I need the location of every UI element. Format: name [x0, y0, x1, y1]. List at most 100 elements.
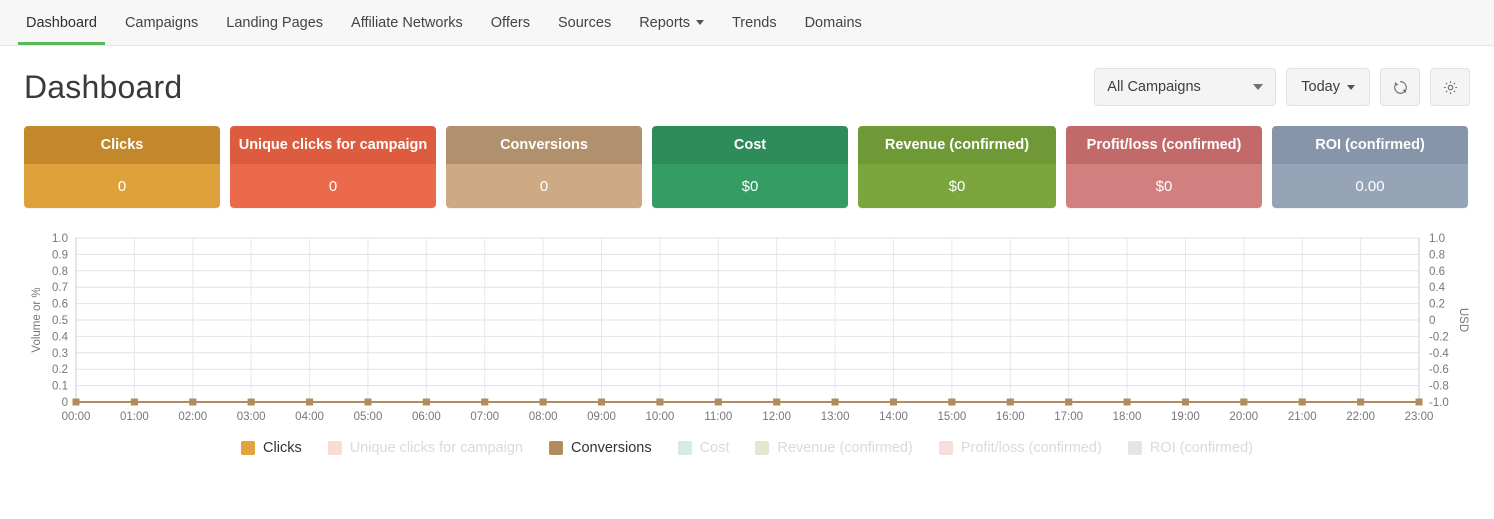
y-axis-tick-label: 0.8	[52, 266, 68, 278]
y2-axis-tick-label: -0.4	[1429, 348, 1449, 360]
chart-data-point[interactable]	[539, 398, 547, 406]
y-axis-tick-label: 0.1	[52, 381, 68, 393]
metric-card-label: Clicks	[24, 126, 220, 164]
chart-data-point[interactable]	[1065, 398, 1073, 406]
chart-data-point[interactable]	[306, 398, 314, 406]
metric-card-label: ROI (confirmed)	[1272, 126, 1468, 164]
nav-item-domains[interactable]: Domains	[791, 0, 876, 45]
y-axis-tick-label: 0.4	[52, 331, 69, 343]
x-axis-tick-label: 16:00	[996, 411, 1025, 423]
y2-axis-tick-label: 0.2	[1429, 299, 1445, 311]
metric-card-roi-confirmed-[interactable]: ROI (confirmed) 0.00	[1272, 126, 1468, 208]
chart-data-point[interactable]	[130, 398, 138, 406]
metric-card-revenue-confirmed-[interactable]: Revenue (confirmed) $0	[858, 126, 1056, 208]
legend-item-revenue-confirmed-[interactable]: Revenue (confirmed)	[755, 440, 913, 456]
nav-item-trends[interactable]: Trends	[718, 0, 791, 45]
nav-item-affiliate-networks[interactable]: Affiliate Networks	[337, 0, 477, 45]
chart-data-point[interactable]	[948, 398, 956, 406]
campaign-select[interactable]: All Campaigns	[1094, 68, 1277, 106]
y-axis-tick-label: 0.5	[52, 315, 68, 327]
metric-card-value: $0	[1066, 164, 1262, 208]
chart-data-point[interactable]	[1240, 398, 1248, 406]
nav-item-label: Campaigns	[124, 14, 199, 31]
metric-card-cost[interactable]: Cost $0	[652, 126, 848, 208]
chart-data-point[interactable]	[714, 398, 722, 406]
nav-item-label: Reports	[639, 14, 690, 31]
y2-axis-tick-label: 1.0	[1429, 233, 1445, 245]
chart-canvas[interactable]: 1.0 1.0 0.9 0.8 0.8 0.6 0.7 0.4 0.6 0.2 0.5 0 0.4 -0.…	[24, 230, 1470, 430]
chart-data-point[interactable]	[364, 398, 372, 406]
metric-card-clicks[interactable]: Clicks 0	[24, 126, 220, 208]
chart-legend: Clicks Unique clicks for campaign Conversi…	[0, 440, 1494, 456]
legend-item-unique-clicks-for-campaign[interactable]: Unique clicks for campaign	[327, 440, 523, 456]
nav-item-dashboard[interactable]: Dashboard	[12, 0, 111, 45]
y2-axis-tick-label: -0.8	[1429, 381, 1449, 393]
metric-card-conversions[interactable]: Conversions 0	[446, 126, 642, 208]
legend-item-conversions[interactable]: Conversions	[548, 440, 652, 456]
chart-data-point[interactable]	[189, 398, 197, 406]
chart-data-point[interactable]	[1415, 398, 1423, 406]
settings-button[interactable]	[1430, 68, 1470, 106]
gear-icon	[1443, 80, 1457, 94]
chart-data-point[interactable]	[598, 398, 606, 406]
nav-item-label: Dashboard	[26, 14, 97, 31]
x-axis-tick-label: 12:00	[762, 411, 791, 423]
legend-label: Profit/loss (confirmed)	[960, 440, 1102, 456]
refresh-icon	[1393, 80, 1407, 94]
legend-label: ROI (confirmed)	[1149, 440, 1253, 456]
nav-item-campaigns[interactable]: Campaigns	[111, 0, 212, 45]
metric-card-unique-clicks-for-campaign[interactable]: Unique clicks for campaign 0	[230, 126, 436, 208]
legend-swatch	[677, 441, 692, 455]
chart-data-point[interactable]	[481, 398, 489, 406]
chart-data-point[interactable]	[1123, 398, 1131, 406]
chart-data-point[interactable]	[773, 398, 781, 406]
chart-data-point[interactable]	[1298, 398, 1306, 406]
chart-data-point[interactable]	[889, 398, 897, 406]
legend-item-profit-loss-confirmed-[interactable]: Profit/loss (confirmed)	[938, 440, 1102, 456]
legend-item-cost[interactable]: Cost	[677, 440, 729, 456]
chart-data-point[interactable]	[1357, 398, 1365, 406]
metric-card-label: Conversions	[446, 126, 642, 164]
chart-data-point[interactable]	[656, 398, 664, 406]
chart-data-point[interactable]	[422, 398, 430, 406]
y-axis-tick-label: 0	[62, 397, 68, 409]
metric-card-value: $0	[858, 164, 1056, 208]
y-axis-tick-label: 0.3	[52, 348, 68, 360]
x-axis-tick-label: 21:00	[1288, 411, 1317, 423]
metric-card-value: 0	[446, 164, 642, 208]
nav-item-sources[interactable]: Sources	[544, 0, 625, 45]
metric-card-profit-loss-confirmed-[interactable]: Profit/loss (confirmed) $0	[1066, 126, 1262, 208]
chart-data-point[interactable]	[1006, 398, 1014, 406]
nav-item-reports[interactable]: Reports	[625, 0, 718, 45]
x-axis-tick-label: 11:00	[704, 411, 732, 423]
refresh-button[interactable]	[1380, 68, 1420, 106]
chart-data-point[interactable]	[247, 398, 255, 406]
y-axis-tick-label: 1.0	[52, 233, 68, 245]
date-range-label: Today	[1301, 79, 1340, 95]
x-axis-tick-label: 15:00	[937, 411, 966, 423]
chart-data-point[interactable]	[1181, 398, 1189, 406]
legend-swatch	[241, 441, 256, 455]
nav-item-landing-pages[interactable]: Landing Pages	[212, 0, 337, 45]
x-axis-tick-label: 08:00	[529, 411, 558, 423]
legend-item-roi-confirmed-[interactable]: ROI (confirmed)	[1127, 440, 1253, 456]
legend-item-clicks[interactable]: Clicks	[241, 440, 302, 456]
legend-label: Unique clicks for campaign	[349, 440, 523, 456]
chart-data-point[interactable]	[72, 398, 80, 406]
legend-swatch	[755, 441, 770, 455]
chart-data-point[interactable]	[831, 398, 839, 406]
y2-axis-tick-label: 0.8	[1429, 249, 1445, 261]
metric-card-value: 0	[24, 164, 220, 208]
x-axis-tick-label: 04:00	[295, 411, 324, 423]
main-navigation: Dashboard Campaigns Landing Pages Affiliate…	[0, 0, 1494, 46]
nav-item-offers[interactable]: Offers	[477, 0, 544, 45]
date-range-button[interactable]: Today	[1286, 68, 1370, 106]
legend-label: Conversions	[570, 440, 652, 456]
metric-card-value: 0	[230, 164, 436, 208]
nav-item-label: Trends	[731, 14, 777, 31]
x-axis-tick-label: 10:00	[646, 411, 675, 423]
metric-card-label: Unique clicks for campaign	[230, 126, 436, 164]
legend-swatch	[548, 441, 563, 455]
x-axis-tick-label: 03:00	[237, 411, 266, 423]
page-title: Dashboard	[24, 68, 183, 105]
